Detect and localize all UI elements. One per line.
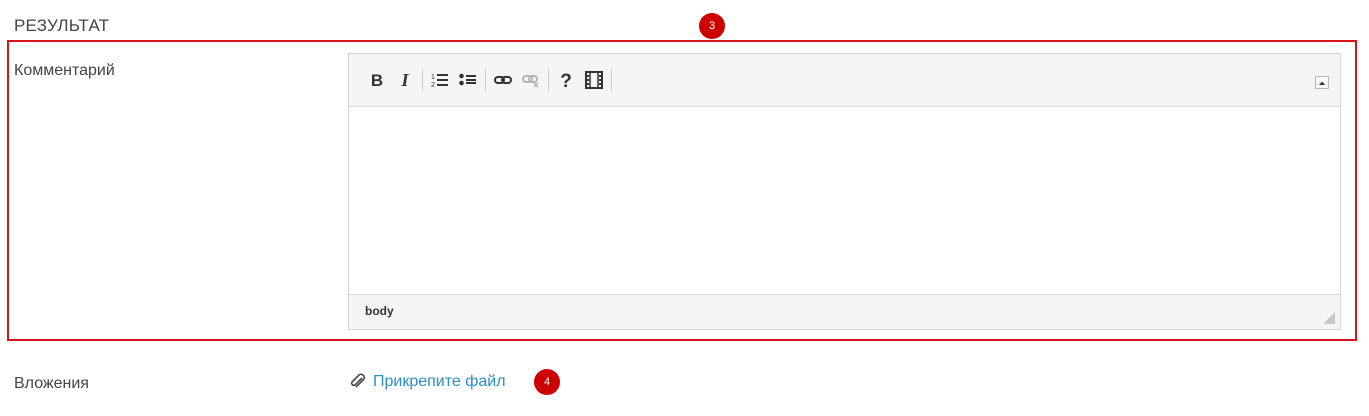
media-icon xyxy=(585,71,603,89)
unlink-icon xyxy=(522,75,539,88)
bullet-list-icon xyxy=(459,73,476,86)
section-title: РЕЗУЛЬТАТ xyxy=(14,16,110,35)
attach-file-link[interactable]: Прикрепите файл xyxy=(349,373,506,391)
comment-label: Комментарий xyxy=(14,62,115,79)
toolbar-group-format: B I 1 2 ? xyxy=(363,66,615,94)
bullet-list-button[interactable] xyxy=(454,66,482,94)
ordered-list-button[interactable]: 1 2 xyxy=(426,66,454,94)
italic-icon: I xyxy=(400,72,409,88)
svg-text:2: 2 xyxy=(431,82,435,88)
help-button[interactable]: ? xyxy=(552,66,580,94)
bold-icon: B xyxy=(371,72,383,88)
toolbar-separator xyxy=(611,69,612,91)
media-button[interactable] xyxy=(580,66,608,94)
link-icon xyxy=(494,76,512,84)
element-path[interactable]: body xyxy=(365,304,394,318)
bold-button[interactable]: B xyxy=(363,66,391,94)
help-icon: ? xyxy=(560,71,572,89)
toolbar-separator xyxy=(422,69,423,91)
comment-editor: B I 1 2 ? body xyxy=(348,53,1341,330)
step-badge-4: 4 xyxy=(534,369,560,395)
link-button[interactable] xyxy=(489,66,517,94)
svg-text:I: I xyxy=(400,72,409,88)
editor-status-bar: body xyxy=(349,294,1340,329)
svg-text:1: 1 xyxy=(431,74,435,81)
editor-toolbar: B I 1 2 ? xyxy=(349,54,1340,107)
paperclip-icon xyxy=(350,373,365,388)
svg-text:B: B xyxy=(371,72,383,88)
collapse-toolbar-icon xyxy=(1319,81,1325,85)
editor-text-area[interactable] xyxy=(349,107,1340,296)
svg-text:?: ? xyxy=(560,71,572,89)
resize-handle-icon[interactable] xyxy=(1323,312,1335,324)
toolbar-separator xyxy=(548,69,549,91)
step-badge-3: 3 xyxy=(699,13,725,39)
ordered-list-icon: 1 2 xyxy=(431,74,448,88)
collapse-toolbar-button[interactable] xyxy=(1315,76,1329,89)
attachments-label: Вложения xyxy=(14,375,89,392)
italic-button[interactable]: I xyxy=(391,66,419,94)
toolbar-separator xyxy=(485,69,486,91)
unlink-button[interactable] xyxy=(517,66,545,94)
attach-file-label[interactable]: Прикрепите файл xyxy=(373,373,506,391)
